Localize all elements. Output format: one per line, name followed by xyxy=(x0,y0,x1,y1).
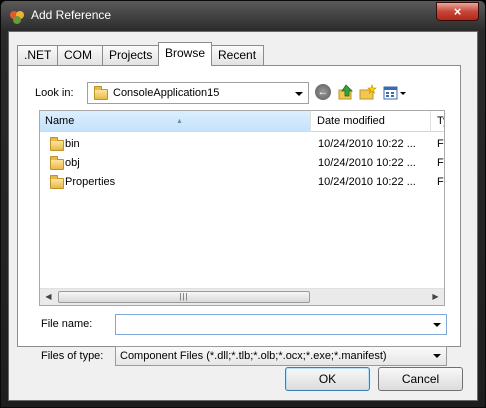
item-date: 10/24/2010 10:22 ... xyxy=(318,138,416,150)
item-type: Fi xyxy=(437,176,444,188)
window-title: Add Reference xyxy=(31,8,112,22)
tab-browse[interactable]: Browse xyxy=(158,42,212,66)
views-menu-icon xyxy=(383,86,406,100)
folder-icon xyxy=(94,86,108,100)
up-one-level-button[interactable] xyxy=(337,84,355,102)
dialog-client-area: .NET COM Projects Browse Recent Look in:… xyxy=(8,31,478,401)
chevron-down-icon xyxy=(433,354,441,358)
list-item[interactable]: obj 10/24/2010 10:22 ... Fi xyxy=(40,154,444,173)
scrollbar-thumb[interactable]: ||| xyxy=(58,291,310,303)
chevron-down-icon[interactable] xyxy=(433,323,441,327)
list-item[interactable]: Properties 10/24/2010 10:22 ... Fi xyxy=(40,173,444,192)
look-in-value: ConsoleApplication15 xyxy=(113,87,220,99)
files-of-type-value: Component Files (*.dll;*.tlb;*.olb;*.ocx… xyxy=(120,350,387,362)
folder-icon xyxy=(50,137,64,151)
tab-com[interactable]: COM xyxy=(57,45,103,65)
views-menu-button[interactable] xyxy=(383,84,409,102)
file-name-input[interactable] xyxy=(115,314,447,335)
item-type: Fi xyxy=(437,138,444,150)
title-bar[interactable]: Add Reference × xyxy=(1,1,485,31)
chevron-down-icon xyxy=(295,92,303,96)
files-of-type-label: Files of type: xyxy=(41,350,104,362)
add-reference-dialog: Add Reference × .NET COM Projects Browse… xyxy=(0,0,486,408)
tab-recent[interactable]: Recent xyxy=(211,45,264,65)
item-name: obj xyxy=(65,157,80,169)
list-header: Name ▲ Date modified Ty xyxy=(40,111,444,132)
item-type: Fi xyxy=(437,157,444,169)
look-in-dropdown[interactable]: ConsoleApplication15 xyxy=(87,82,309,104)
files-of-type-dropdown[interactable]: Component Files (*.dll;*.tlb;*.olb;*.ocx… xyxy=(115,346,447,366)
item-date: 10/24/2010 10:22 ... xyxy=(318,157,416,169)
scroll-left-icon[interactable]: ◀ xyxy=(40,289,57,305)
tab-net[interactable]: .NET xyxy=(17,45,58,65)
column-header-date-modified[interactable]: Date modified xyxy=(312,111,431,132)
horizontal-scrollbar[interactable]: ◀ ||| ▶ xyxy=(40,288,444,305)
list-item[interactable]: bin 10/24/2010 10:22 ... Fi xyxy=(40,135,444,154)
close-button[interactable]: × xyxy=(436,2,479,21)
ok-button[interactable]: OK xyxy=(285,367,370,391)
up-folder-icon xyxy=(338,84,353,100)
item-date: 10/24/2010 10:22 ... xyxy=(318,176,416,188)
item-name: bin xyxy=(65,138,80,150)
look-in-label: Look in: xyxy=(35,87,74,99)
column-header-type[interactable]: Ty xyxy=(432,111,444,132)
close-icon: × xyxy=(453,4,462,19)
column-header-name[interactable]: Name ▲ xyxy=(40,111,311,132)
cancel-button[interactable]: Cancel xyxy=(378,367,463,391)
item-name: Properties xyxy=(65,176,116,188)
folder-icon xyxy=(50,175,64,189)
new-folder-button[interactable] xyxy=(359,84,377,102)
folder-icon xyxy=(50,156,64,170)
column-name-label: Name xyxy=(45,115,75,127)
tab-projects[interactable]: Projects xyxy=(102,45,159,65)
back-button[interactable]: ← xyxy=(315,84,333,102)
file-list[interactable]: Name ▲ Date modified Ty bin 10/24/2010 1… xyxy=(39,110,445,306)
sort-ascending-icon: ▲ xyxy=(176,118,183,125)
new-folder-icon xyxy=(359,84,377,100)
file-name-label: File name: xyxy=(41,318,93,330)
back-arrow-icon: ← xyxy=(315,84,331,100)
scroll-right-icon[interactable]: ▶ xyxy=(427,289,444,305)
visual-studio-icon xyxy=(10,11,24,24)
